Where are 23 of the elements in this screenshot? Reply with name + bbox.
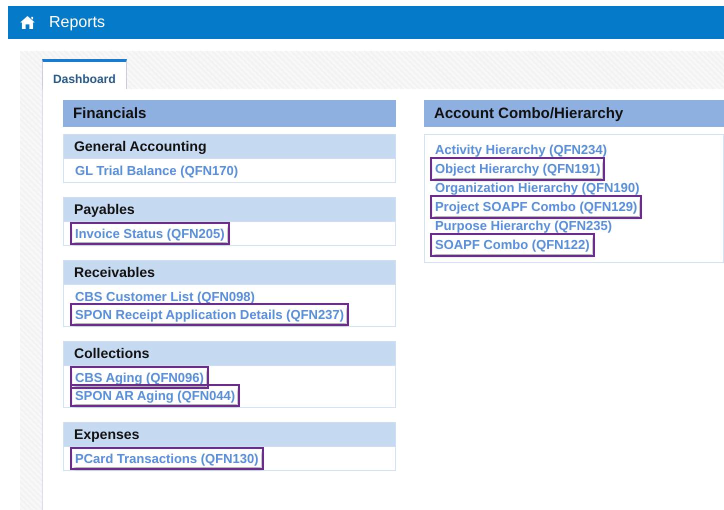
tab[interactable]: Dashboard bbox=[42, 59, 127, 89]
report-link[interactable]: CBS Customer List (QFN098) bbox=[73, 288, 257, 305]
group-header: Receivables bbox=[63, 260, 396, 285]
report-link[interactable]: Activity Hierarchy (QFN234) bbox=[433, 141, 609, 159]
section-header: Financials bbox=[63, 100, 396, 127]
report-link[interactable]: Object Hierarchy (QFN191) bbox=[433, 160, 602, 178]
report-link[interactable]: GL Trial Balance (QFN170) bbox=[73, 162, 240, 179]
report-link[interactable]: Organization Hierarchy (QFN190) bbox=[433, 179, 642, 197]
report-link[interactable]: Invoice Status (QFN205) bbox=[73, 225, 227, 242]
group-header: General Accounting bbox=[63, 134, 396, 159]
home-icon[interactable] bbox=[20, 16, 35, 29]
report-link[interactable]: SPON Receipt Application Details (QFN237) bbox=[73, 306, 346, 323]
group-header: Payables bbox=[63, 197, 396, 222]
page-title: Reports bbox=[49, 14, 106, 32]
section-header: Account Combo/Hierarchy bbox=[424, 100, 724, 127]
group-header: Expenses bbox=[63, 422, 396, 447]
report-link[interactable]: SPON AR Aging (QFN044) bbox=[73, 387, 238, 404]
group-header: Collections bbox=[63, 341, 396, 366]
report-link[interactable]: Project SOAPF Combo (QFN129) bbox=[433, 198, 640, 216]
report-link[interactable]: CBS Aging (QFN096) bbox=[73, 369, 206, 386]
report-link[interactable]: Purpose Hierarchy (QFN235) bbox=[433, 217, 614, 235]
report-link[interactable]: PCard Transactions (QFN130) bbox=[73, 450, 260, 467]
report-link[interactable]: SOAPF Combo (QFN122) bbox=[433, 236, 592, 254]
